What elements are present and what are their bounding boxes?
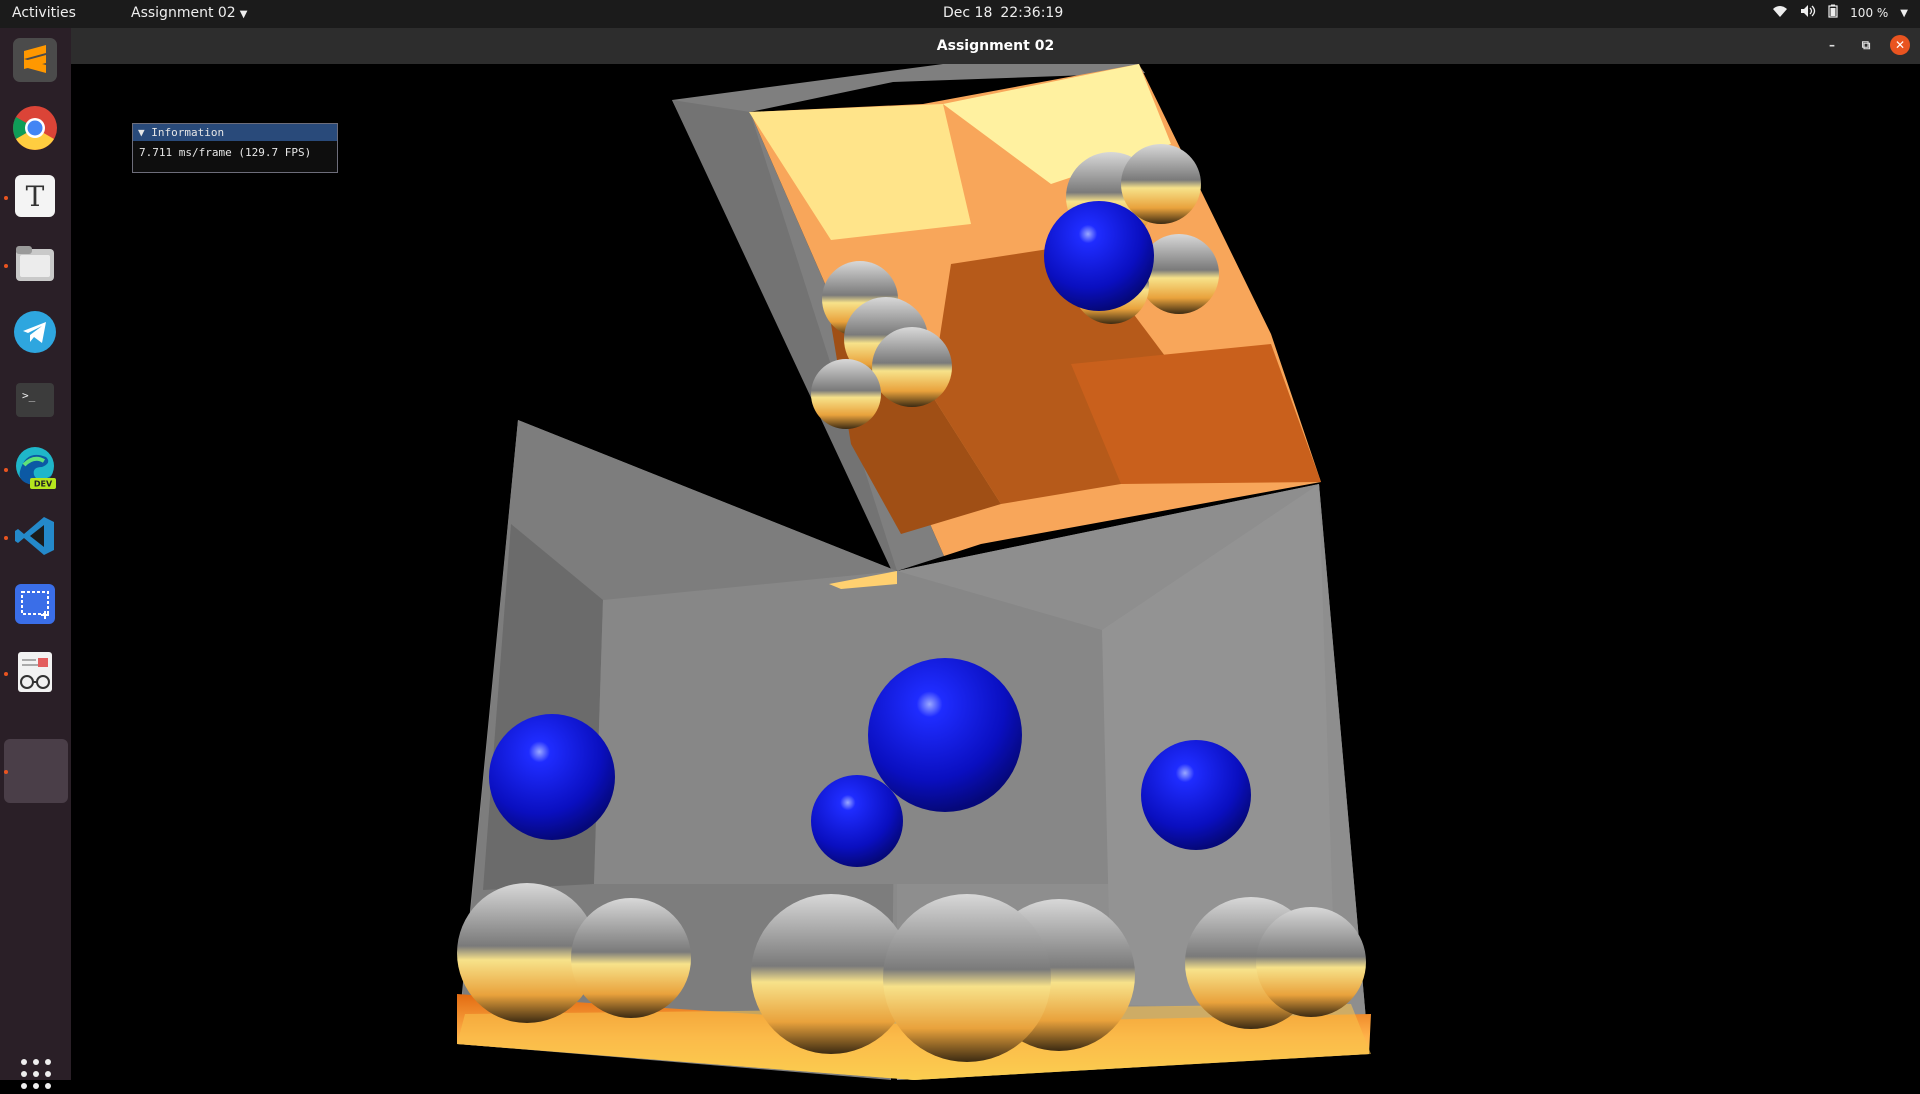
dock-files[interactable] [11,240,59,288]
scene-sphere-chrome [883,894,1051,1062]
app-menu[interactable]: Assignment 02 ▼ [131,5,247,21]
scene-sphere-blue [1141,740,1251,850]
system-status-menu[interactable]: 100 % ▼ [1772,4,1908,22]
wifi-icon [1772,4,1788,22]
clock[interactable]: Dec 18 22:36:19 [943,5,1063,21]
imgui-header-title: Information [151,126,225,139]
running-indicator [4,468,8,472]
dock-google-chrome[interactable] [11,104,59,152]
dock-microsoft-edge-dev[interactable]: DEV [11,444,59,492]
scene-sphere-blue [868,658,1022,812]
top-bar: Activities Assignment 02 ▼ Dec 18 22:36:19… [0,0,1920,28]
running-indicator [4,672,8,676]
imgui-header[interactable]: ▼ Information [133,124,337,141]
scene-sphere-chrome [571,898,691,1018]
scene-sphere-blue [1044,201,1154,311]
clock-time: 22:36:19 [1000,5,1064,21]
running-indicator [4,264,8,268]
show-applications-icon[interactable] [20,1058,52,1094]
minimize-button[interactable]: – [1822,35,1842,55]
running-indicator [4,196,8,200]
folder-icon [16,246,54,281]
dock-assignment-02[interactable] [11,747,59,795]
running-indicator [4,770,8,774]
close-button[interactable]: ✕ [1890,35,1910,55]
close-icon: ✕ [1894,38,1906,52]
chrome-icon [13,106,57,150]
typora-icon: T [15,175,55,217]
dock-telegram[interactable] [11,308,59,356]
telegram-icon [14,311,56,353]
edge-dev-badge: DEV [34,480,53,489]
dock-typora[interactable]: T [11,172,59,220]
dock-screenshot[interactable] [11,580,59,628]
minimize-icon: – [1829,38,1835,52]
edge-dev-icon: DEV [16,447,56,489]
imgui-information-window[interactable]: ▼ Information 7.711 ms/frame (129.7 FPS) [132,123,338,173]
running-indicator [4,536,8,540]
dock: T >_ DEV [0,28,71,1089]
screenshot-icon [15,584,55,624]
dock-document-viewer[interactable] [11,648,59,696]
battery-percent: 100 % [1850,6,1889,20]
vscode-icon [15,517,54,555]
window-titlebar[interactable]: Assignment 02 – ⧉ ✕ [71,28,1920,64]
dock-terminal[interactable]: >_ [11,376,59,424]
chevron-down-icon: ▼ [239,9,248,20]
battery-icon [1828,4,1838,22]
dock-sublime-text[interactable] [11,36,59,84]
app-menu-label: Assignment 02 [131,5,236,21]
maximize-button[interactable]: ⧉ [1856,35,1876,55]
terminal-icon: >_ [16,383,54,417]
scene-sphere-chrome [1256,907,1366,1017]
app-window: Assignment 02 – ⧉ ✕ [71,28,1920,1080]
window-title: Assignment 02 [936,38,1055,54]
restore-icon: ⧉ [1861,38,1871,52]
scene-sphere-blue [811,775,903,867]
clock-date: Dec 18 [943,5,993,21]
chevron-down-icon: ▼ [1900,7,1908,19]
dock-visual-studio-code[interactable] [11,512,59,560]
scene-sphere-blue [489,714,615,840]
svg-text:>_: >_ [22,389,36,402]
sublime-text-icon [13,38,57,82]
document-viewer-icon [18,652,52,692]
activities-button[interactable]: Activities [12,5,76,21]
frame-stats: 7.711 ms/frame (129.7 FPS) [139,146,312,159]
volume-icon [1800,4,1816,22]
window-controls: – ⧉ ✕ [1822,35,1910,55]
collapse-triangle-icon[interactable]: ▼ [138,126,145,139]
render-viewport[interactable] [71,64,1920,1080]
svg-text:T: T [26,180,45,213]
